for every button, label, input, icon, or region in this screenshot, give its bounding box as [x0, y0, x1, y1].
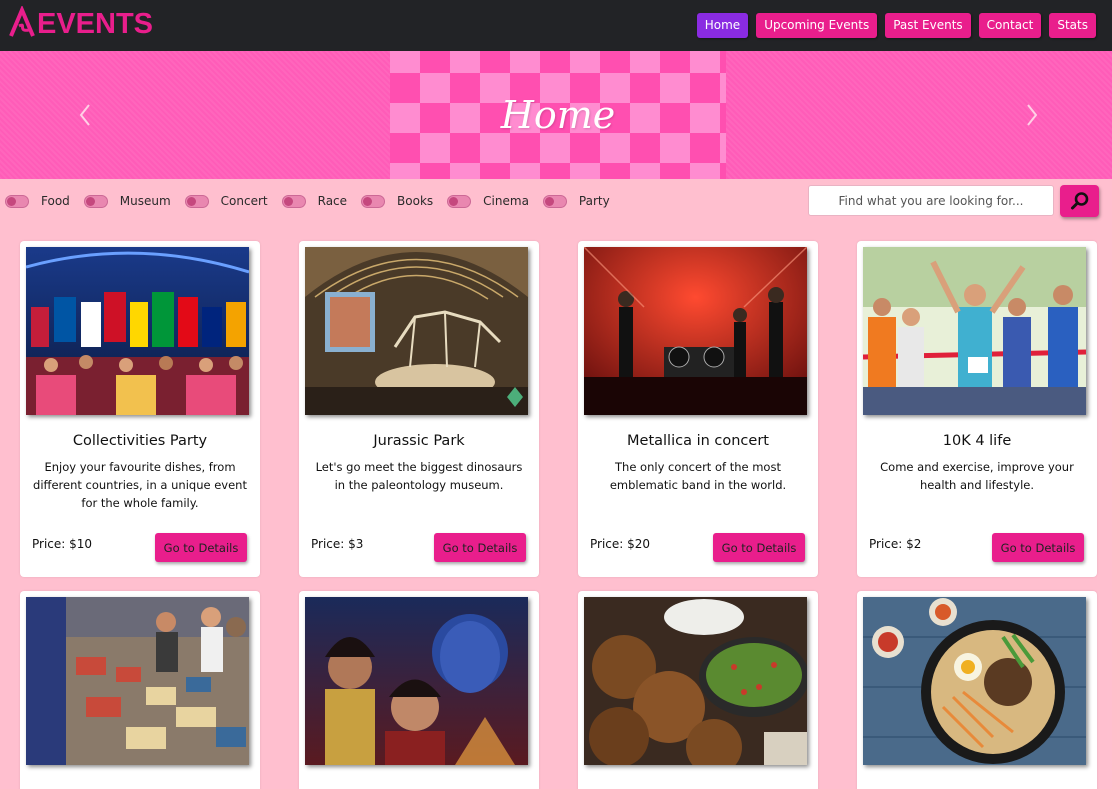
event-image-food	[584, 597, 807, 765]
event-image-race	[863, 247, 1086, 415]
filter-food: Food	[5, 194, 70, 208]
filter-party: Party	[542, 194, 610, 208]
go-to-details-button[interactable]: Go to Details	[434, 533, 526, 562]
books-toggle[interactable]	[361, 194, 386, 208]
chevron-left-icon[interactable]	[75, 100, 95, 130]
nav-upcoming-events-button[interactable]: Upcoming Events	[756, 13, 878, 38]
event-description: Let's go meet the biggest dinosaurs in t…	[315, 460, 523, 492]
event-card	[299, 591, 539, 789]
filter-race: Race	[281, 194, 348, 208]
cinema-toggle[interactable]	[447, 194, 472, 208]
search-input[interactable]	[808, 185, 1054, 216]
brand-name: EVENTS	[37, 7, 154, 40]
event-image-books	[26, 597, 249, 765]
hero-title: Home	[500, 93, 616, 137]
search-icon	[1070, 192, 1088, 210]
nav-past-events-button[interactable]: Past Events	[885, 13, 971, 38]
event-title: Metallica in concert	[627, 433, 769, 449]
event-price: Price: $20	[590, 537, 651, 551]
nav-home-button[interactable]: Home	[696, 13, 749, 38]
event-card	[857, 591, 1097, 789]
event-description: Come and exercise, improve your health a…	[880, 460, 1074, 492]
event-description: Enjoy your favourite dishes, from differ…	[33, 460, 247, 510]
museum-toggle[interactable]	[83, 194, 108, 208]
event-card: 10K 4 life Come and exercise, improve yo…	[857, 241, 1097, 577]
filter-cinema: Cinema	[447, 194, 529, 208]
filter-label: Food	[41, 194, 70, 208]
event-image-korean-food	[863, 597, 1086, 765]
event-image-concert	[584, 247, 807, 415]
event-price: Price: $3	[311, 537, 364, 551]
nav-links: Home Upcoming Events Past Events Contact…	[696, 13, 1096, 38]
filter-label: Books	[397, 194, 434, 208]
logo-icon	[9, 6, 35, 37]
filter-concert: Concert	[184, 194, 268, 208]
filter-books: Books	[361, 194, 433, 208]
event-description: The only concert of the most emblematic …	[609, 460, 787, 492]
filter-label: Cinema	[483, 194, 529, 208]
hero-slide: Home	[390, 51, 726, 179]
race-toggle[interactable]	[281, 194, 306, 208]
party-toggle[interactable]	[542, 194, 567, 208]
event-image-party	[26, 247, 249, 415]
category-filters: Food Museum Concert Race Books Cinema Pa…	[5, 191, 624, 211]
go-to-details-button[interactable]: Go to Details	[713, 533, 805, 562]
food-toggle[interactable]	[5, 194, 29, 208]
event-card: Metallica in concert The only concert of…	[578, 241, 818, 577]
event-card	[578, 591, 818, 789]
event-title: Jurassic Park	[373, 433, 465, 449]
go-to-details-button[interactable]: Go to Details	[155, 533, 247, 562]
search-button[interactable]	[1060, 185, 1099, 217]
event-card: Collectivities Party Enjoy your favourit…	[20, 241, 260, 577]
event-image-museum	[305, 247, 528, 415]
concert-toggle[interactable]	[184, 194, 209, 208]
event-card: Jurassic Park Let's go meet the biggest …	[299, 241, 539, 577]
filter-label: Race	[317, 194, 348, 208]
filter-label: Concert	[220, 194, 268, 208]
nav-stats-button[interactable]: Stats	[1049, 13, 1096, 38]
event-price: Price: $2	[869, 537, 922, 551]
hero-carousel: Home	[0, 51, 1112, 179]
navbar: EVENTS Home Upcoming Events Past Events …	[0, 0, 1112, 51]
chevron-right-icon[interactable]	[1022, 100, 1042, 130]
brand-logo[interactable]: EVENTS	[9, 4, 153, 44]
filter-label: Museum	[119, 194, 171, 208]
filter-label: Party	[578, 194, 610, 208]
event-image-cinema	[305, 597, 528, 765]
filter-museum: Museum	[83, 194, 171, 208]
go-to-details-button[interactable]: Go to Details	[992, 533, 1084, 562]
event-price: Price: $10	[32, 537, 93, 551]
event-title: 10K 4 life	[942, 433, 1012, 449]
event-card	[20, 591, 260, 789]
event-title: Collectivities Party	[72, 433, 208, 449]
nav-contact-button[interactable]: Contact	[978, 13, 1042, 38]
